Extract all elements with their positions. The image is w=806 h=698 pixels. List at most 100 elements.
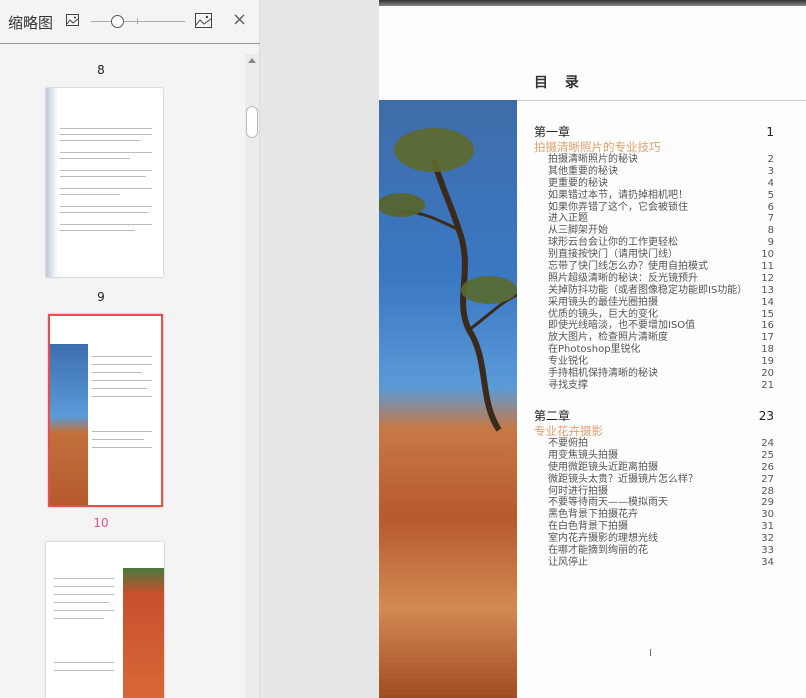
entry-page: 10 <box>761 249 774 261</box>
close-icon[interactable]: × <box>232 9 247 30</box>
entry-page: 9 <box>767 237 774 249</box>
entry-page: 7 <box>767 213 774 225</box>
entry-title: 放大图片，检查照片清晰度 <box>548 332 668 344</box>
entry-page: 13 <box>761 284 774 296</box>
entry-title: 在Photoshop里锐化 <box>548 344 641 356</box>
toc-entry[interactable]: 拍摄清晰照片的秘诀 2 <box>534 154 774 166</box>
entry-title: 进入正题 <box>548 213 588 225</box>
entry-title: 如果错过本节，请扔掉相机吧！ <box>548 189 688 201</box>
tree-rock-photo <box>379 100 517 698</box>
toc-entry[interactable]: 其他重要的秘诀 3 <box>534 166 774 178</box>
toc-entry[interactable]: 如果你弄错了这个，它会被锁住 6 <box>534 202 774 214</box>
entry-title: 采用镜头的最佳光圈拍摄 <box>548 296 658 308</box>
slider-knob[interactable] <box>111 15 124 28</box>
chapter-heading[interactable]: 第二章 23 <box>534 409 774 424</box>
toc-entry[interactable]: 微距镜头太贵？近摄镜片怎么样？ 27 <box>534 474 774 486</box>
entry-title: 不要俯拍 <box>548 438 588 449</box>
entry-title: 用变焦镜头拍摄 <box>548 449 618 461</box>
entry-page: 3 <box>767 165 774 177</box>
page-thumbnail-8[interactable] <box>46 88 163 277</box>
thumbnail-header: 缩略图 × <box>0 0 260 44</box>
toc-entry[interactable]: 使用微距镜头近距离拍摄 26 <box>534 462 774 474</box>
page-thumbnail-9-selected[interactable] <box>48 314 163 507</box>
toc-chapter: 第二章 23 专业花卉摄影 不要俯拍 24 用变焦镜头拍摄 25 使用微距镜头近距离拍摄 26 微… <box>534 409 774 569</box>
entry-page: 18 <box>761 344 774 356</box>
chapter-heading[interactable]: 第一章 1 <box>534 125 774 140</box>
entry-title: 不要等待雨天——模拟雨天 <box>548 497 668 509</box>
toc-entry[interactable]: 采用镜头的最佳光圈拍摄 14 <box>534 297 774 309</box>
chapter-name: 第二章 <box>534 409 571 423</box>
slider-tick <box>137 18 138 24</box>
entry-title: 在白色背景下拍摄 <box>548 521 628 533</box>
toc-entry[interactable]: 用变焦镜头拍摄 25 <box>534 450 774 462</box>
entry-title: 让风停止 <box>548 556 588 568</box>
entry-page: 17 <box>761 332 774 344</box>
toc-entry[interactable]: 即使光线暗淡，也不要增加ISO值 16 <box>534 320 774 332</box>
page-top-band <box>379 0 806 6</box>
entry-title: 忘带了快门线怎么办？使用自拍模式 <box>548 261 708 273</box>
toc-entry[interactable]: 在Photoshop里锐化 18 <box>534 344 774 356</box>
chapter-page: 1 <box>766 125 774 139</box>
entry-page: 20 <box>761 368 774 380</box>
entry-page: 21 <box>761 379 774 391</box>
toc-entry[interactable]: 室内花卉摄影的理想光线 32 <box>534 533 774 545</box>
entry-page: 11 <box>761 261 774 273</box>
entry-page: 30 <box>761 509 774 521</box>
entry-title: 手持相机保持清晰的秘诀 <box>548 368 658 380</box>
entry-title: 如果你弄错了这个，它会被锁住 <box>548 201 688 213</box>
entry-title: 别直接按快门（请用快门线） <box>548 249 678 261</box>
toc-entry[interactable]: 优质的镜头，巨大的变化 15 <box>534 309 774 321</box>
entry-page: 15 <box>761 308 774 320</box>
entry-page: 32 <box>761 533 774 545</box>
toc-entry[interactable]: 不要俯拍 24 <box>534 438 774 450</box>
entry-title: 即使光线暗淡，也不要增加ISO值 <box>548 320 696 332</box>
entry-title: 何时进行拍摄 <box>548 485 608 497</box>
toc-entry[interactable]: 在哪才能摘到绚丽的花 33 <box>534 545 774 557</box>
toc-entry[interactable]: 何时进行拍摄 28 <box>534 486 774 498</box>
small-image-icon[interactable] <box>66 14 79 26</box>
toc-entry[interactable]: 从三脚架开始 8 <box>534 225 774 237</box>
toc-entry[interactable]: 让风停止 34 <box>534 557 774 569</box>
page-label: 9 <box>97 290 105 304</box>
toc-entry[interactable]: 不要等待雨天——模拟雨天 29 <box>534 497 774 509</box>
entry-page: 19 <box>761 356 774 368</box>
entry-title: 更重要的秘诀 <box>548 177 608 189</box>
entry-page: 12 <box>761 272 774 284</box>
entry-title: 其他重要的秘诀 <box>548 165 618 177</box>
large-image-icon[interactable] <box>195 13 212 28</box>
toc-entry[interactable]: 照片超级清晰的秘诀：反光镜预升 12 <box>534 273 774 285</box>
tree-illustration <box>379 128 517 432</box>
entry-title: 拍摄清晰照片的秘诀 <box>548 154 638 165</box>
page-thumbnail-10[interactable] <box>46 542 164 698</box>
entry-title: 优质的镜头，巨大的变化 <box>548 308 658 320</box>
entry-title: 从三脚架开始 <box>548 225 608 237</box>
entry-title: 专业锐化 <box>548 356 588 368</box>
scroll-up-icon[interactable] <box>248 58 256 63</box>
toc-entry[interactable]: 如果错过本节，请扔掉相机吧！ 5 <box>534 190 774 202</box>
entry-page: 26 <box>761 461 774 473</box>
toc-entry[interactable]: 寻找支撑 21 <box>534 380 774 392</box>
scrollbar[interactable] <box>245 54 259 698</box>
toc-entry[interactable]: 放大图片，检查照片清晰度 17 <box>534 332 774 344</box>
zoom-slider[interactable] <box>91 21 185 22</box>
scrollbar-thumb[interactable] <box>246 106 258 138</box>
toc-entry[interactable]: 忘带了快门线怎么办？使用自拍模式 11 <box>534 261 774 273</box>
toc-entry[interactable]: 关掉防抖功能（或者图像稳定功能即IS功能） 13 <box>534 285 774 297</box>
toc-entry[interactable]: 黑色背景下拍摄花卉 30 <box>534 509 774 521</box>
chapter-subtitle: 拍摄清晰照片的专业技巧 <box>534 140 661 154</box>
toc-entry[interactable]: 更重要的秘诀 4 <box>534 178 774 190</box>
page-label: 8 <box>97 63 105 77</box>
toc-entry[interactable]: 进入正题 7 <box>534 213 774 225</box>
document-page: 目 录 第一章 1 拍摄清晰照片的专业技巧 拍摄清晰照片的秘诀 2 其他重要的秘诀 3 更重要… <box>379 0 806 698</box>
toc-entry[interactable]: 手持相机保持清晰的秘诀 20 <box>534 368 774 380</box>
toc-entry[interactable]: 在白色背景下拍摄 31 <box>534 521 774 533</box>
page-label-current: 10 <box>93 516 109 530</box>
entry-title: 使用微距镜头近距离拍摄 <box>548 461 658 473</box>
entry-page: 31 <box>761 521 774 533</box>
toc-chapter: 第一章 1 拍摄清晰照片的专业技巧 拍摄清晰照片的秘诀 2 其他重要的秘诀 3 更重要的秘诀 4… <box>534 125 774 392</box>
toc-entry[interactable]: 专业锐化 19 <box>534 356 774 368</box>
chapter-name: 第一章 <box>534 125 571 139</box>
toc-entry[interactable]: 球形云台会让你的工作更轻松 9 <box>534 237 774 249</box>
toc-entry[interactable]: 别直接按快门（请用快门线） 10 <box>534 249 774 261</box>
entry-page: 29 <box>761 497 774 509</box>
